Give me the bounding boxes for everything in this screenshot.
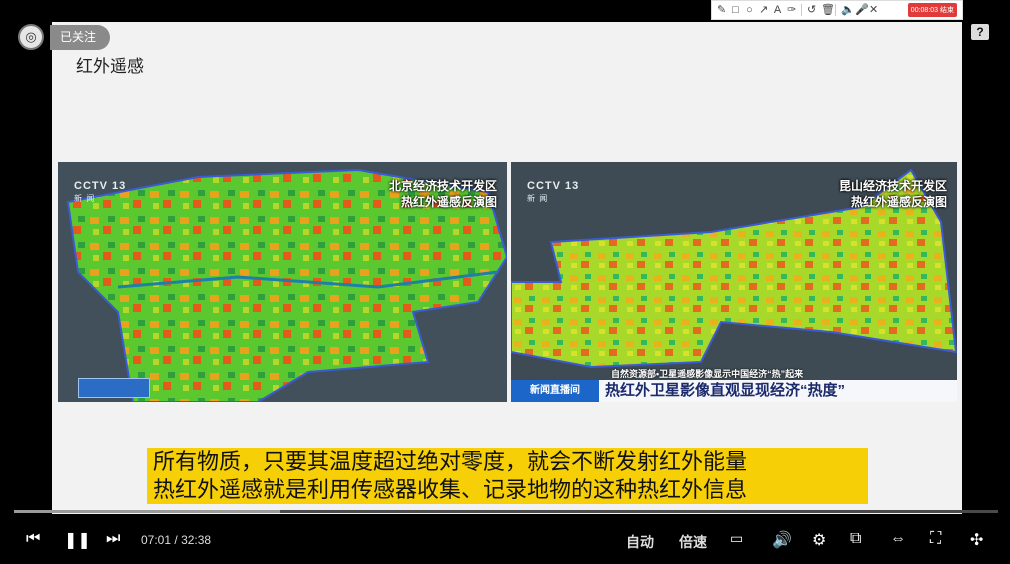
recording-timer-button[interactable]: 00:08:03 结束 [907, 3, 957, 17]
slide-title: 红外遥感 [76, 57, 144, 76]
toolbar-divider [801, 4, 802, 16]
fullscreen-icon[interactable]: ⛶ [930, 530, 941, 548]
player-controls: ⏮ ❚❚ ⏭ 07:01 / 32:38 自动 倍速 ▭ 🔊 ⚙ ⧉ ⇔ ⛶ ✣ [0, 520, 1010, 564]
follow-button[interactable]: 已关注 [50, 25, 111, 50]
pen-icon[interactable]: ✎ [717, 1, 726, 19]
cctv13-logo: CCTV 13 新 闻 [74, 180, 127, 203]
previous-icon[interactable]: ⏮ [26, 530, 40, 548]
annotation-toolbar: ✎ □ ○ ↗ A ✑ ↺ 🗑 🔈 🎤 ✕ 00:08:03 结束 [711, 0, 963, 20]
arrow-icon[interactable]: ↗ [759, 1, 768, 19]
news-ticker-subtitle: 自然资源部•卫星遥感影像显示中国经济“热”起来 [611, 369, 804, 379]
pause-icon[interactable]: ❚❚ [64, 530, 91, 550]
subtitle-line-1: 所有物质，只要其温度超过绝对零度，就会不断发射红外能量 [147, 448, 868, 476]
news-ticker: 新闻直播间 热红外卫星影像直观显现经济“热度” [511, 380, 957, 402]
news-ticker-tag: 新闻直播间 [511, 380, 599, 402]
kunshan-caption: 昆山经济技术开发区 热红外遥感反演图 [838, 179, 947, 209]
undo-icon[interactable]: ↺ [807, 1, 816, 19]
next-icon[interactable]: ⏭ [106, 530, 120, 548]
rectangle-icon[interactable]: □ [731, 1, 740, 19]
kunshan-thermal-image: CCTV 13 新 闻 昆山经济技术开发区 热红外遥感反演图 自然资源部•卫星遥感影… [511, 162, 957, 402]
speaker-icon[interactable]: 🔈 [841, 1, 855, 19]
speed-button[interactable]: 倍速 [679, 532, 707, 552]
progress-bar[interactable] [14, 510, 998, 513]
toolbar-divider [835, 4, 836, 16]
text-icon[interactable]: A [773, 1, 782, 19]
time-display: 07:01 / 32:38 [141, 533, 212, 547]
picture-in-picture-icon[interactable]: ⧉ [850, 530, 861, 548]
subtitle-line-2: 热红外遥感就是利用传感器收集、记录地物的这种热红外信息 [147, 476, 868, 504]
help-icon[interactable]: ? [971, 24, 989, 40]
video-subtitles: 所有物质，只要其温度超过绝对零度，就会不断发射红外能量 热红外遥感就是利用传感器… [147, 448, 868, 504]
subtitle-off-icon[interactable]: ▭ [730, 530, 743, 547]
cctv13-logo: CCTV 13 新 闻 [527, 180, 580, 203]
settings-gear-icon[interactable]: ⚙ [812, 530, 826, 550]
close-icon[interactable]: ✕ [869, 1, 878, 19]
volume-icon[interactable]: 🔊 [772, 530, 792, 550]
buffered-bar [14, 510, 280, 513]
university-logo-icon: ◎ [18, 24, 44, 50]
circle-icon[interactable]: ○ [745, 1, 754, 19]
news-channel-logo [78, 378, 150, 398]
trash-icon[interactable]: 🗑 [821, 1, 835, 19]
highlighter-icon[interactable]: ✑ [787, 1, 796, 19]
quality-auto-button[interactable]: 自动 [626, 532, 654, 552]
pinwheel-icon[interactable]: ✣ [970, 530, 983, 550]
widescreen-icon[interactable]: ⇔ [890, 530, 906, 548]
beijing-caption: 北京经济技术开发区 热红外遥感反演图 [388, 179, 497, 209]
news-ticker-headline: 热红外卫星影像直观显现经济“热度” [599, 380, 957, 402]
microphone-icon[interactable]: 🎤 [855, 1, 869, 19]
beijing-thermal-image: CCTV 13 新 闻 北京经济技术开发区 热红外遥感反演图 [58, 162, 507, 402]
